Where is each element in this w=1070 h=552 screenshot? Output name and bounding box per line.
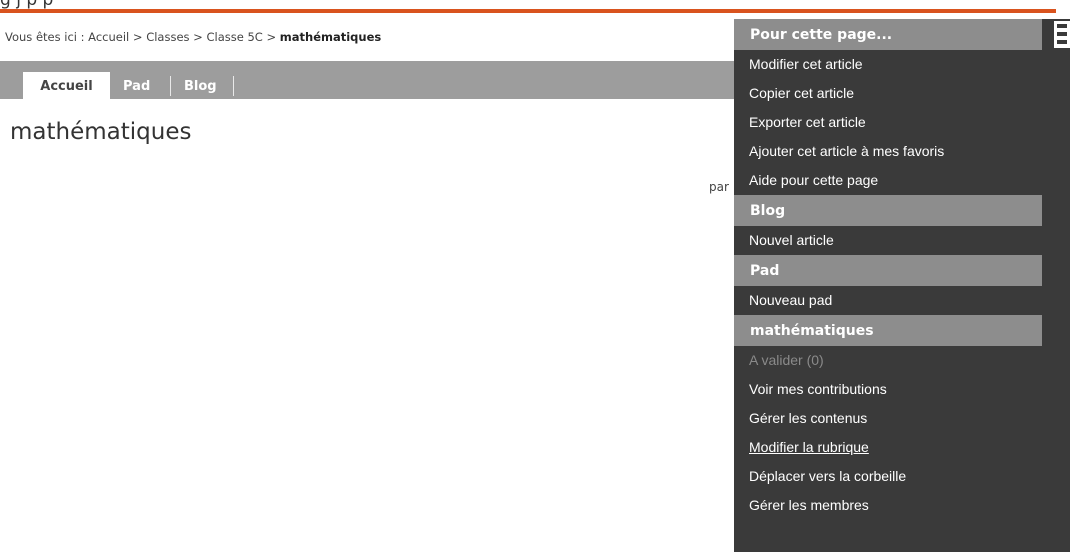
menu-item-ajouter-favoris[interactable]: Ajouter cet article à mes favoris (734, 137, 1070, 166)
tab-bar: Accueil Pad Blog (0, 61, 740, 99)
menu-section-rubrique: mathématiques (734, 315, 1042, 346)
menu-item-a-valider: A valider (0) (749, 352, 824, 368)
menu-item-voir-contributions[interactable]: Voir mes contributions (734, 375, 1070, 404)
menu-item-nouveau-pad[interactable]: Nouveau pad (734, 286, 1070, 315)
menu-section-page: Pour cette page... (734, 19, 1042, 50)
menu-section-pad: Pad (734, 255, 1042, 286)
breadcrumb-separator: > (132, 30, 143, 44)
breadcrumb-link[interactable]: Classe 5C (206, 30, 262, 44)
menu-item-deplacer-corbeille[interactable]: Déplacer vers la corbeille (734, 462, 1070, 491)
breadcrumb-separator: > (193, 30, 203, 44)
side-menu: Pour cette page... Modifier cet article … (734, 19, 1070, 552)
menu-item-modifier-rubrique[interactable]: Modifier la rubrique (734, 433, 1070, 462)
tab-accueil[interactable]: Accueil (23, 72, 110, 99)
page-title: mathématiques (10, 119, 192, 145)
byline-fragment: par (709, 180, 729, 194)
breadcrumb-prefix: Vous êtes ici : (5, 30, 85, 44)
top-strip: g j p p (0, 0, 1070, 13)
menu-item-aide[interactable]: Aide pour cette page (734, 166, 1070, 195)
breadcrumb-separator: > (266, 30, 277, 44)
breadcrumb-link[interactable]: Accueil (88, 30, 129, 44)
header-accent-line (0, 9, 1056, 13)
menu-item-gerer-contenus[interactable]: Gérer les contenus (734, 404, 1070, 433)
menu-section-blog: Blog (734, 195, 1042, 226)
breadcrumb-link[interactable]: Classes (146, 30, 189, 44)
breadcrumb: Vous êtes ici : Accueil > Classes > Clas… (5, 30, 381, 44)
menu-item-nouvel-article[interactable]: Nouvel article (734, 226, 1070, 255)
tab-blog[interactable]: Blog (184, 72, 217, 99)
menu-item-modifier-article[interactable]: Modifier cet article (734, 50, 1070, 79)
menu-item-gerer-membres[interactable]: Gérer les membres (734, 491, 1070, 520)
menu-item-exporter-article[interactable]: Exporter cet article (734, 108, 1070, 137)
tab-pad[interactable]: Pad (123, 72, 150, 99)
tab-divider (233, 76, 234, 96)
menu-icon[interactable] (1054, 21, 1070, 48)
tab-divider (170, 76, 171, 96)
breadcrumb-current: mathématiques (279, 30, 382, 44)
menu-item-copier-article[interactable]: Copier cet article (734, 79, 1070, 108)
